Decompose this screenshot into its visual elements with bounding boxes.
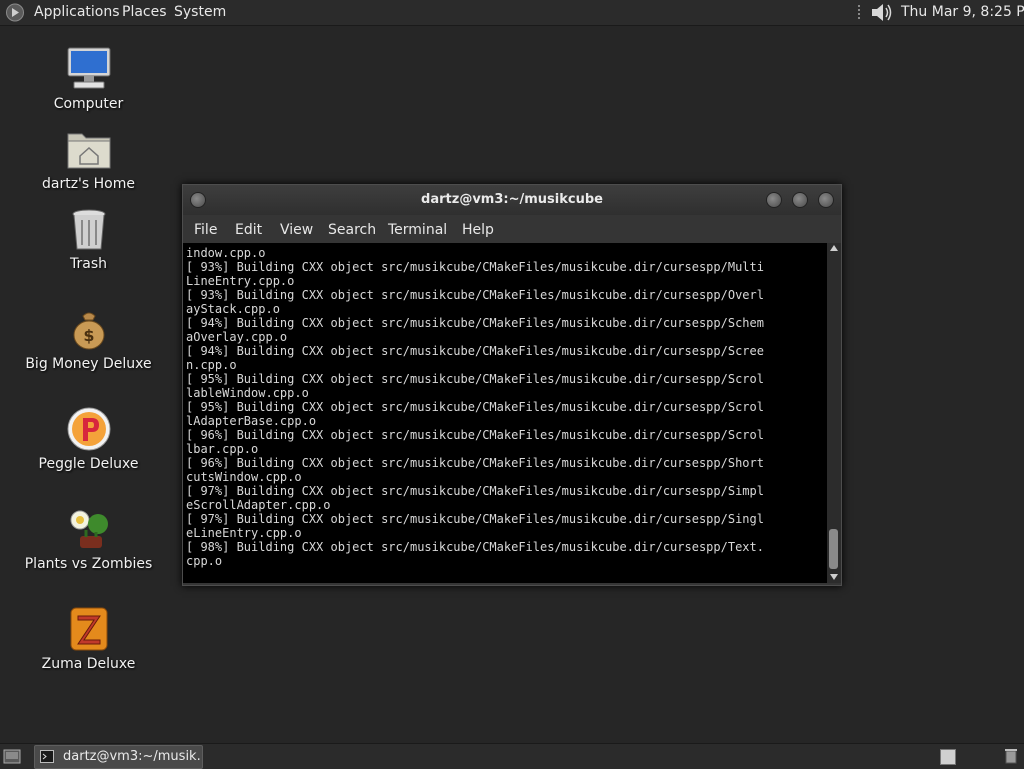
peggle-icon — [67, 407, 111, 451]
minimize-button[interactable] — [766, 192, 782, 208]
trash-icon — [72, 209, 106, 250]
plants-icon — [70, 510, 108, 548]
trash-applet-icon[interactable] — [1004, 748, 1018, 764]
desktop-icon-label: Zuma Deluxe — [41, 656, 136, 672]
home-folder-icon — [67, 133, 111, 169]
desktop-icon-label: Big Money Deluxe — [25, 356, 152, 372]
desktop-icon-trash[interactable]: Trash — [20, 206, 157, 294]
menu-file[interactable]: File — [194, 222, 217, 238]
computer-icon — [67, 47, 111, 89]
desktop-icon-peggle[interactable]: Peggle Deluxe — [20, 406, 157, 494]
zuma-icon — [70, 607, 108, 651]
scrollbar-thumb[interactable] — [829, 529, 838, 569]
menu-applications[interactable]: Applications — [34, 4, 120, 20]
gnome-foot-icon[interactable] — [5, 3, 25, 22]
close-button[interactable] — [818, 192, 834, 208]
desktop-icon-label: Plants vs Zombies — [24, 556, 153, 572]
maximize-button[interactable] — [792, 192, 808, 208]
menu-search[interactable]: Search — [328, 222, 376, 238]
taskbar-item-label: dartz@vm3:~/musik... — [63, 749, 203, 764]
taskbar-item-terminal[interactable]: dartz@vm3:~/musik... — [34, 745, 203, 769]
svg-text:$: $ — [83, 326, 94, 345]
workspace-switcher[interactable] — [940, 749, 956, 765]
window-title: dartz@vm3:~/musikcube — [421, 192, 603, 207]
terminal-scrollbar[interactable] — [827, 243, 841, 583]
desktop-icon-label: Trash — [70, 256, 107, 272]
terminal-icon — [40, 750, 54, 763]
scroll-down-arrow-icon[interactable] — [830, 574, 838, 580]
terminal-screen[interactable]: indow.cpp.o [ 93%] Building CXX object s… — [183, 243, 827, 583]
desktop-icon-label: Computer — [53, 96, 124, 112]
terminal-output[interactable]: indow.cpp.o [ 93%] Building CXX object s… — [183, 243, 827, 568]
window-titlebar[interactable]: dartz@vm3:~/musikcube — [183, 185, 841, 215]
panel-grip-icon — [858, 5, 860, 19]
menu-view[interactable]: View — [280, 222, 313, 238]
clock[interactable]: Thu Mar 9, 8:25 PM — [901, 4, 1024, 20]
desktop-icon-computer[interactable]: Computer — [20, 46, 157, 134]
show-desktop-icon[interactable] — [3, 749, 21, 764]
desktop-icon-plants-vs-zombies[interactable]: Plants vs Zombies — [20, 506, 157, 594]
desktop-icon-zuma[interactable]: Zuma Deluxe — [20, 606, 157, 694]
menu-terminal[interactable]: Terminal — [388, 222, 447, 238]
volume-icon[interactable] — [869, 2, 893, 23]
top-panel: Applications Places System Thu Mar 9, 8:… — [0, 0, 1024, 26]
menu-help[interactable]: Help — [462, 222, 494, 238]
scroll-up-arrow-icon[interactable] — [830, 245, 838, 251]
menu-system[interactable]: System — [174, 4, 226, 20]
bottom-panel: dartz@vm3:~/musik... — [0, 743, 1024, 769]
desktop-icon-home[interactable]: dartz's Home — [20, 126, 157, 214]
terminal-window[interactable]: dartz@vm3:~/musikcube File Edit View Sea… — [182, 184, 842, 586]
desktop-icon-label: Peggle Deluxe — [38, 456, 139, 472]
desktop-icon-big-money[interactable]: $ Big Money Deluxe — [20, 306, 157, 394]
terminal-menubar: File Edit View Search Terminal Help — [183, 215, 841, 243]
menu-places[interactable]: Places — [122, 4, 167, 20]
desktop-icon-label: dartz's Home — [42, 176, 135, 192]
money-bag-icon: $ — [73, 312, 105, 350]
menu-edit[interactable]: Edit — [235, 222, 262, 238]
